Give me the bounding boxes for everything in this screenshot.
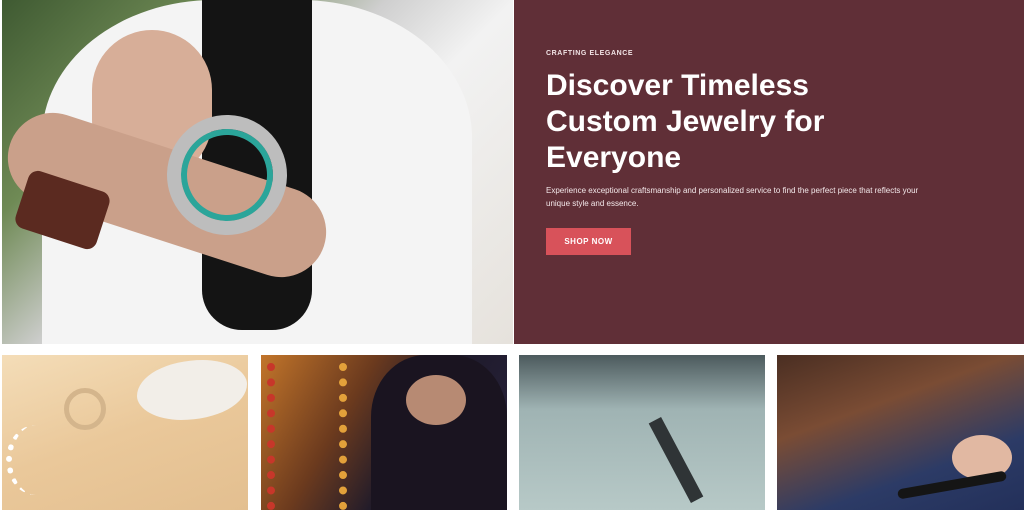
hero-description: Experience exceptional craftsmanship and… <box>546 186 919 208</box>
crafting-tool <box>896 470 1008 500</box>
gallery-tile-necklaces[interactable] <box>261 355 507 510</box>
hero-image <box>2 0 513 344</box>
leaf-ornament <box>137 360 247 420</box>
jeweler-tool <box>648 416 704 504</box>
shop-now-button[interactable]: SHOP NOW <box>546 228 631 255</box>
hero-section: CRAFTING ELEGANCE Discover Timeless Cust… <box>0 0 1024 346</box>
beaded-necklaces <box>267 363 347 510</box>
gallery-tiles <box>0 355 1024 510</box>
gallery-tile-workbench[interactable] <box>519 355 765 510</box>
person-face <box>406 375 466 425</box>
gallery-tile-pearls[interactable] <box>2 355 248 510</box>
hero-headline: Discover Timeless Custom Jewelry for Eve… <box>546 69 825 174</box>
ring-piece <box>64 388 106 430</box>
gallery-tile-crafting[interactable] <box>777 355 1024 510</box>
hero-eyebrow: CRAFTING ELEGANCE <box>546 50 634 57</box>
hero-text-panel: CRAFTING ELEGANCE Discover Timeless Cust… <box>514 0 1024 344</box>
pearl-strand <box>6 425 66 495</box>
